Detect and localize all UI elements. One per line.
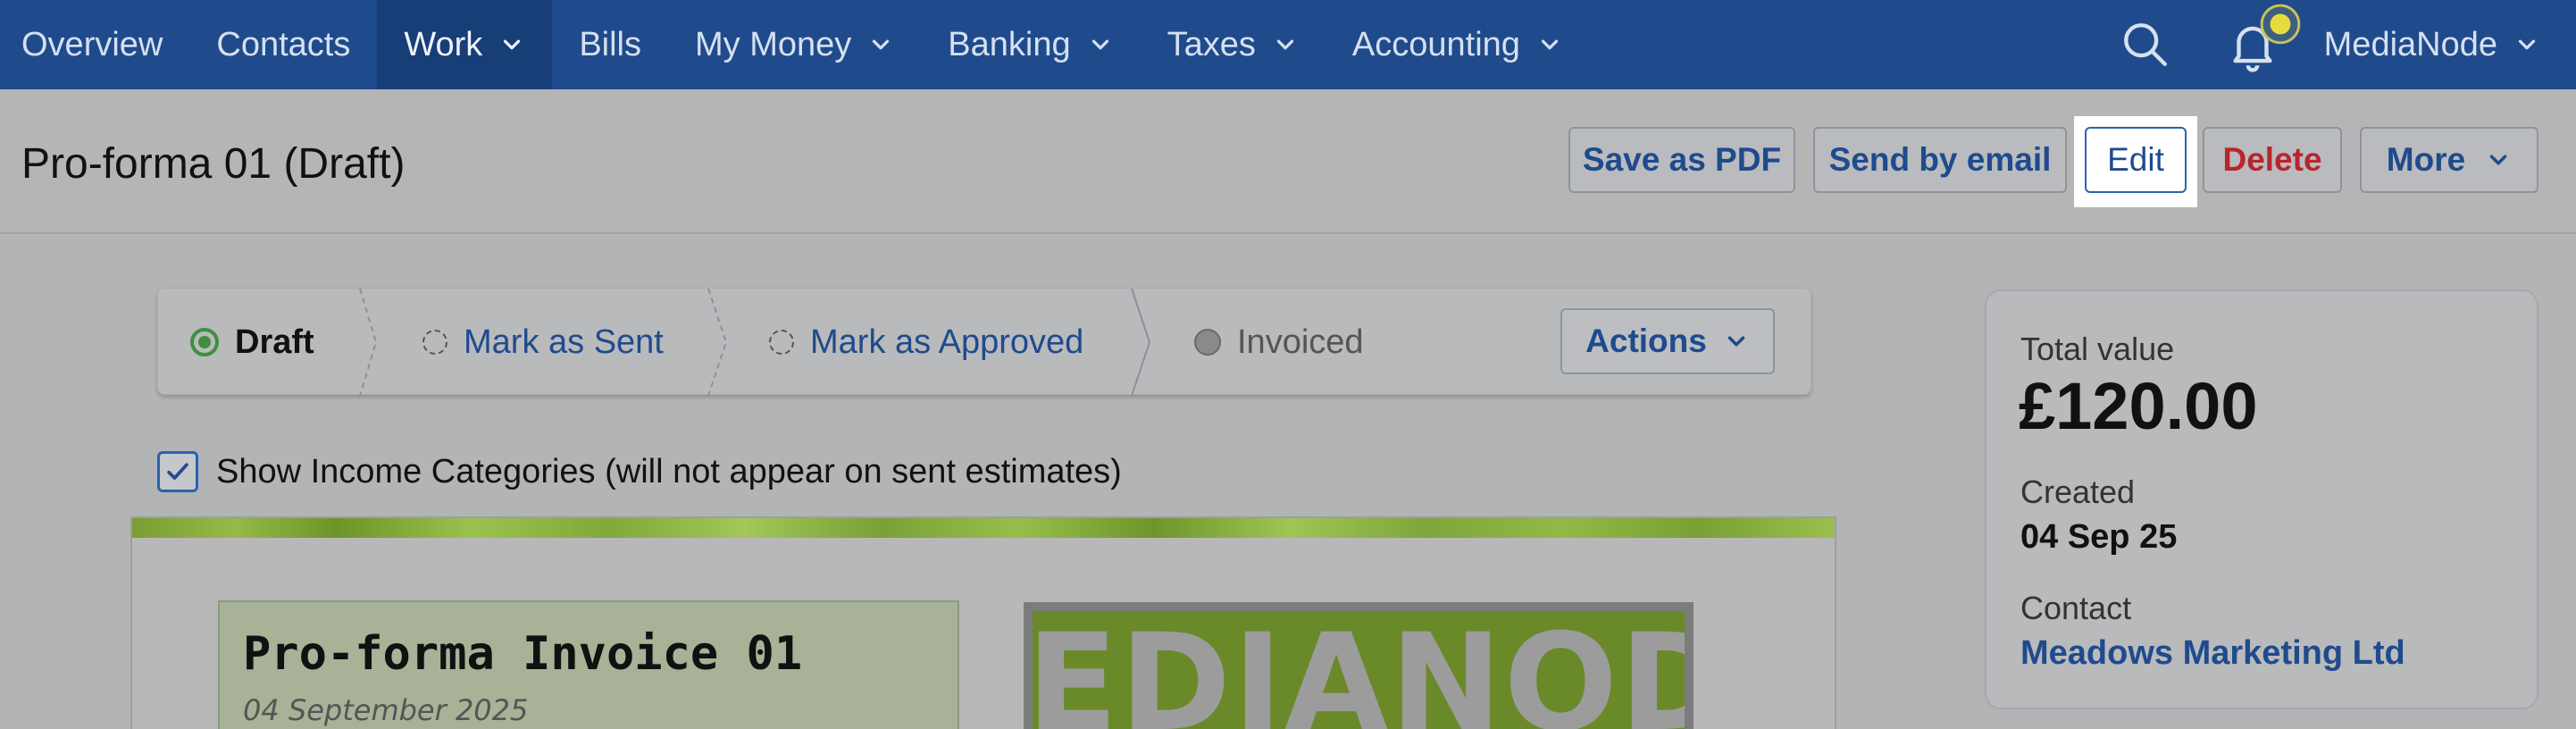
status-active-icon [190,328,219,356]
nav-item-label: My Money [695,25,852,63]
contact-link[interactable]: Meadows Marketing Ltd [2020,634,2405,673]
button-label: Send by email [1828,141,2052,178]
chevron-down-icon [504,39,521,50]
nav-item-overview[interactable]: Overview [0,0,189,89]
user-name: MediaNode [2323,25,2497,63]
nav-item-label: Banking [948,25,1071,63]
step-label: Invoiced [1237,323,1364,361]
nav-item-label: Accounting [1351,25,1520,63]
button-label: Delete [2222,141,2322,178]
search-button[interactable] [2092,0,2199,89]
invoice-date: 04 September 2025 [243,693,529,727]
created-date: 04 Sep 25 [2020,518,2178,556]
chevron-down-icon [1541,39,1559,50]
nav-item-work[interactable]: Work [377,0,553,89]
status-workflow: Draft Mark as Sent Mark as Approved Invo… [157,288,1811,396]
logo-background: MEDIANODE [1033,611,1685,729]
status-pending-icon [422,330,447,355]
total-value: £120.00 [2019,369,2258,443]
step-label: Draft [235,323,314,361]
show-income-categories-option: Show Income Categories (will not appear … [157,448,1122,495]
notification-indicator-icon [2260,4,2300,45]
nav-item-label: Bills [579,25,641,63]
save-as-pdf-button[interactable]: Save as PDF [1568,127,1795,193]
nav-item-label: Work [404,25,483,63]
contact-label: Contact [2020,590,2132,626]
notifications-button[interactable] [2199,0,2306,89]
step-mark-as-sent[interactable]: Mark as Sent [422,289,664,396]
nav-right-group: MediaNode [2092,0,2576,89]
company-logo: MEDIANODE [1024,602,1694,729]
checkbox-label: Show Income Categories (will not appear … [216,452,1122,490]
invoice-title-box: Pro-forma Invoice 01 04 September 2025 [218,600,959,729]
button-label: Edit [2107,141,2164,178]
button-label: Save as PDF [1582,141,1782,178]
chevron-down-icon [1091,39,1108,50]
show-income-categories-checkbox[interactable] [157,451,198,492]
total-value-label: Total value [2020,331,2175,367]
user-menu[interactable]: MediaNode [2306,26,2576,64]
chevron-down-icon [1727,336,1745,347]
nav-item-bills[interactable]: Bills [552,0,668,89]
status-disabled-icon [1194,329,1221,356]
chevron-down-icon [873,39,890,50]
search-icon [2123,23,2167,66]
summary-card: Total value £120.00 Created 04 Sep 25 Co… [1985,289,2538,709]
nav-item-accounting[interactable]: Accounting [1326,0,1590,89]
chevron-down-icon [2518,39,2536,50]
nav-item-my-money[interactable]: My Money [668,0,921,89]
actions-dropdown-button[interactable]: Actions [1560,308,1775,374]
step-invoiced: Invoiced [1194,289,1364,396]
nav-item-label: Overview [21,25,163,63]
logo-text: MEDIANODE [1033,611,1685,729]
more-button[interactable]: More [2360,127,2538,193]
status-pending-icon [769,330,794,355]
checkmark-icon [167,463,188,480]
nav-item-banking[interactable]: Banking [921,0,1140,89]
invoice-preview: Pro-forma Invoice 01 04 September 2025 M… [130,516,1836,729]
created-label: Created [2020,473,2136,510]
page-title: Pro-forma 01 (Draft) [21,140,406,188]
chevron-down-icon [1276,39,1294,50]
nav-item-taxes[interactable]: Taxes [1141,0,1326,89]
invoice-title: Pro-forma Invoice 01 [243,627,803,681]
chevron-down-icon [2489,155,2507,165]
top-navigation: Overview Contacts Work Bills My Money Ba… [0,0,2576,89]
step-label: Mark as Sent [464,323,664,361]
step-mark-as-approved[interactable]: Mark as Approved [769,289,1083,396]
nav-item-contacts[interactable]: Contacts [189,0,377,89]
nav-item-label: Taxes [1167,25,1256,63]
delete-button[interactable]: Delete [2203,127,2342,193]
step-label: Mark as Approved [810,323,1084,361]
edit-button[interactable]: Edit [2085,127,2187,193]
button-label: More [2386,141,2466,178]
invoice-header-band [132,518,1835,538]
step-draft: Draft [190,289,314,396]
send-by-email-button[interactable]: Send by email [1813,127,2067,193]
button-label: Actions [1585,323,1707,359]
nav-item-label: Contacts [216,25,351,63]
